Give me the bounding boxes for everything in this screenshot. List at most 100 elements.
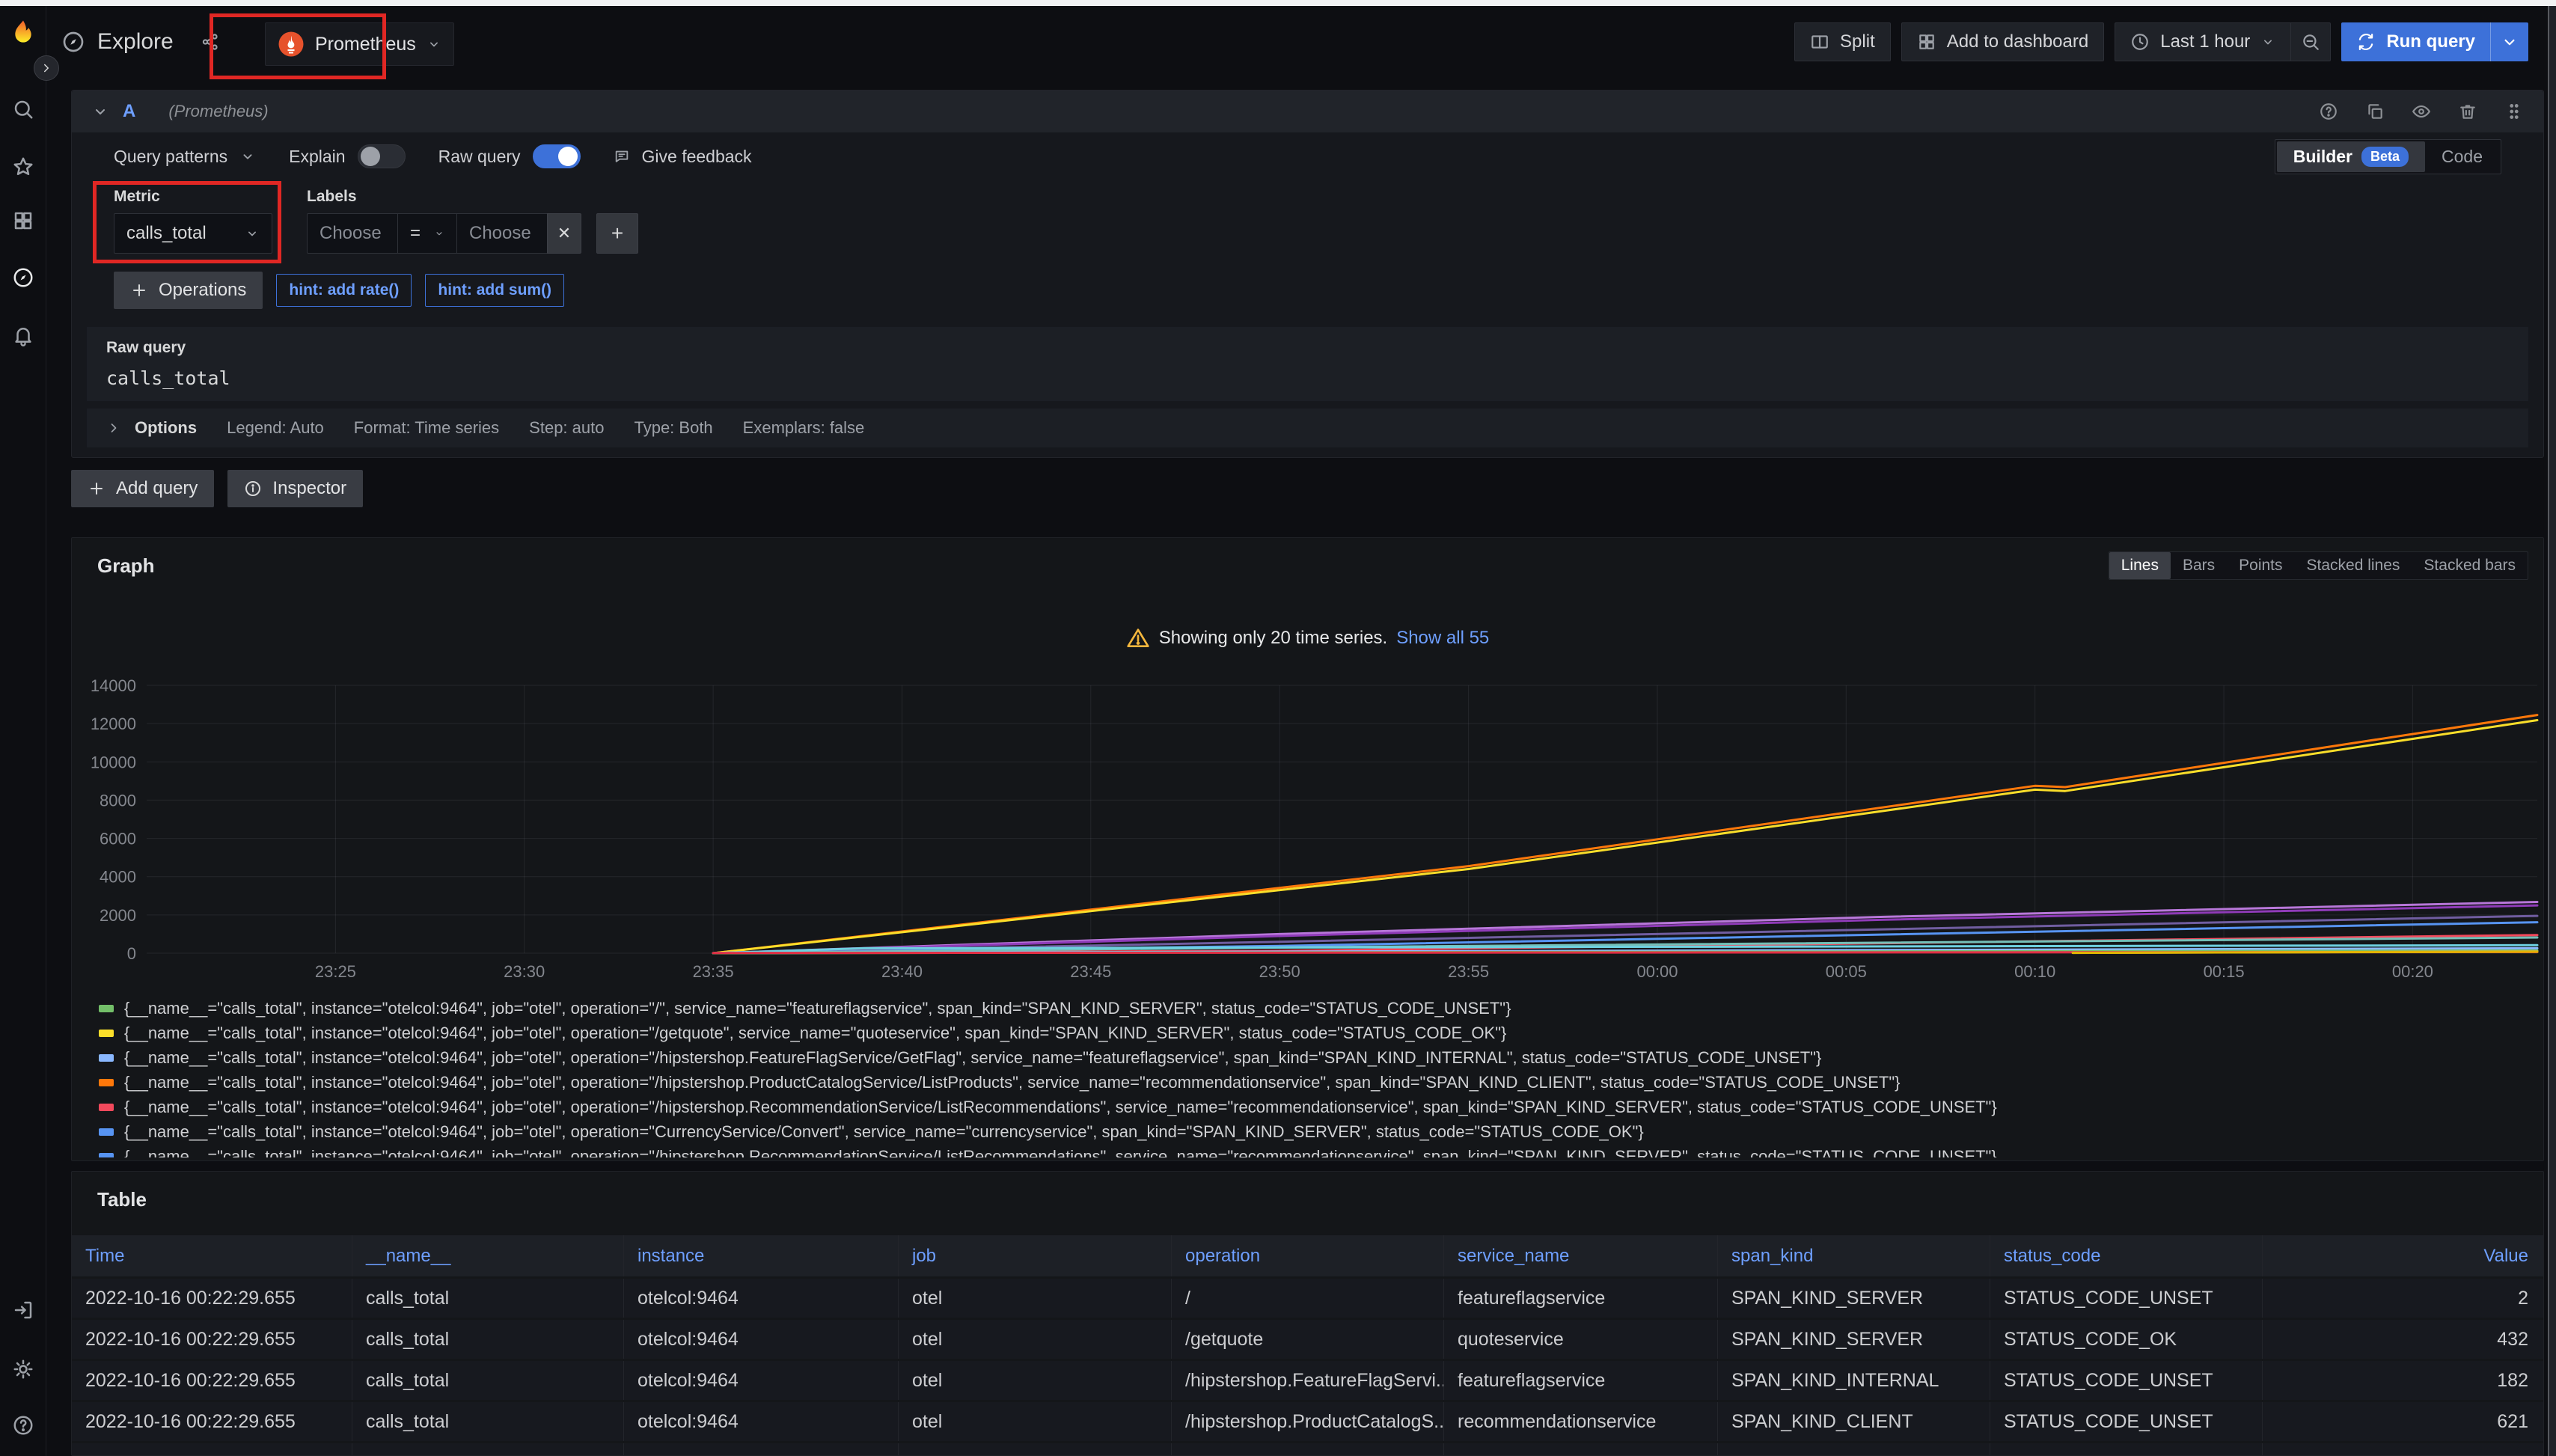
help-icon[interactable] [0,1404,46,1446]
column-header-span_kind[interactable]: span_kind [1718,1235,1990,1276]
chart-legend: {__name__="calls_total", instance="otelc… [99,996,2523,1157]
hint-button-1[interactable]: hint: add sum() [425,274,564,307]
legend-item-5[interactable]: {__name__="calls_total", instance="otelc… [99,1119,2523,1144]
column-header-value[interactable]: Value [2263,1235,2544,1276]
table-cell: otel [899,1402,1172,1441]
svg-text:23:30: 23:30 [504,962,545,981]
query-hints: hint: add rate() hint: add sum() [276,274,564,307]
label-value-select[interactable]: Choose [456,213,548,254]
toggle-visibility-eye-icon[interactable] [2412,102,2431,121]
legend-label: {__name__="calls_total", instance="otelc… [124,1122,1644,1142]
table-cell: otelcol:9464 [624,1361,899,1400]
legend-item-0[interactable]: {__name__="calls_total", instance="otelc… [99,996,2523,1021]
svg-text:23:35: 23:35 [693,962,734,981]
grafana-logo[interactable] [0,12,46,54]
legend-item-4[interactable]: {__name__="calls_total", instance="otelc… [99,1095,2523,1119]
code-mode-tab[interactable]: Code [2425,141,2499,172]
inspector-button[interactable]: Inspector [227,470,363,507]
dashboards-icon[interactable] [0,200,46,242]
table-cell: calls_total [352,1402,624,1441]
explain-toggle[interactable] [358,144,406,168]
option-summary-item: Format: Time series [354,418,499,438]
metric-select[interactable]: calls_total [114,213,272,254]
drag-handle-icon[interactable] [2504,102,2524,121]
raw-query-label: Raw query [438,147,521,167]
legend-item-1[interactable]: {__name__="calls_total", instance="otelc… [99,1021,2523,1045]
show-all-series-link[interactable]: Show all 55 [1396,628,1489,649]
alerting-icon[interactable] [0,314,46,356]
zoom-out-icon [2301,32,2320,52]
settings-gear-icon[interactable] [0,1348,46,1390]
builder-mode-tab[interactable]: Builder Beta [2277,141,2425,172]
split-button[interactable]: Split [1794,22,1891,61]
legend-item-2[interactable]: {__name__="calls_total", instance="otelc… [99,1045,2523,1070]
window-scrollbar[interactable] [2548,6,2556,1456]
chevron-right-icon [106,420,121,435]
query-row-header[interactable]: A (Prometheus) [72,91,2543,132]
remove-label-filter-button[interactable]: ✕ [547,213,581,254]
add-query-button[interactable]: Add query [71,470,214,507]
graph-mode-bars[interactable]: Bars [2171,552,2227,579]
add-query-label: Add query [116,478,198,499]
give-feedback-link[interactable]: Give feedback [614,147,752,167]
sign-in-icon[interactable] [0,1289,46,1331]
results-table: Time__name__instancejoboperationservice_… [72,1235,2544,1456]
query-help-icon[interactable] [2319,102,2338,121]
starred-icon[interactable] [0,146,46,188]
column-header-status_code[interactable]: status_code [1990,1235,2263,1276]
label-key-select[interactable]: Choose [307,213,398,254]
duplicate-query-icon[interactable] [2365,102,2385,121]
zoom-out-button[interactable] [2290,22,2331,61]
legend-swatch [99,1128,114,1136]
legend-label: {__name__="calls_total", instance="otelc… [124,1147,1997,1158]
datasource-picker[interactable]: Prometheus [265,22,454,66]
collapse-chevron-icon[interactable] [91,103,109,120]
hint-button-0[interactable]: hint: add rate() [276,274,412,307]
clock-icon [2130,32,2150,52]
table-cell: otel [899,1443,1172,1456]
chevron-down-icon [239,148,256,165]
column-header-service_name[interactable]: service_name [1444,1235,1718,1276]
run-query-options-caret[interactable] [2490,22,2528,61]
graph-mode-stacked-lines[interactable]: Stacked lines [2295,552,2412,579]
add-label-filter-button[interactable]: + [596,213,638,254]
column-header-operation[interactable]: operation [1172,1235,1444,1276]
table-cell: calls_total [352,1443,624,1456]
options-label: Options [135,418,197,438]
run-query-button[interactable]: Run query [2341,22,2528,61]
legend-swatch [99,1054,114,1062]
legend-item-6[interactable]: {__name__="calls_total", instance="otelc… [99,1144,2523,1157]
graph-mode-lines[interactable]: Lines [2109,552,2171,579]
query-options-row[interactable]: Options Legend: AutoFormat: Time seriesS… [87,409,2528,447]
time-range-picker[interactable]: Last 1 hour [2115,22,2290,61]
graph-mode-stacked-bars[interactable]: Stacked bars [2412,552,2528,579]
table-cell: 621 [2263,1402,2544,1441]
window-top-strip [0,0,2556,6]
compass-icon [61,30,85,54]
column-header-job[interactable]: job [899,1235,1172,1276]
time-series-chart[interactable]: 23:2523:3023:3523:4023:4523:5023:5500:00… [91,674,2544,987]
column-header-__name__[interactable]: __name__ [352,1235,624,1276]
add-to-dashboard-button[interactable]: Add to dashboard [1901,22,2104,61]
raw-query-toggle[interactable] [533,144,581,168]
graph-mode-points[interactable]: Points [2227,552,2294,579]
split-label: Split [1840,31,1875,52]
label-operator-select[interactable]: = [397,213,457,254]
column-header-time[interactable]: Time [72,1235,352,1276]
search-icon[interactable] [0,88,46,130]
share-icon[interactable] [201,32,220,52]
operations-button[interactable]: Operations [114,272,263,309]
give-feedback-label: Give feedback [642,147,752,167]
inspector-label: Inspector [272,478,346,499]
legend-label: {__name__="calls_total", instance="otelc… [124,1073,1901,1092]
explore-icon[interactable] [0,257,46,299]
column-header-instance[interactable]: instance [624,1235,899,1276]
legend-item-3[interactable]: {__name__="calls_total", instance="otelc… [99,1070,2523,1095]
comment-icon [614,148,630,165]
query-patterns-dropdown[interactable]: Query patterns [114,147,256,167]
legend-swatch [99,1079,114,1086]
svg-text:23:40: 23:40 [881,962,923,981]
table-cell: 2022-10-16 00:22:29.655 [72,1320,352,1359]
expand-sidebar-button[interactable] [34,55,59,81]
delete-query-trash-icon[interactable] [2458,102,2477,121]
